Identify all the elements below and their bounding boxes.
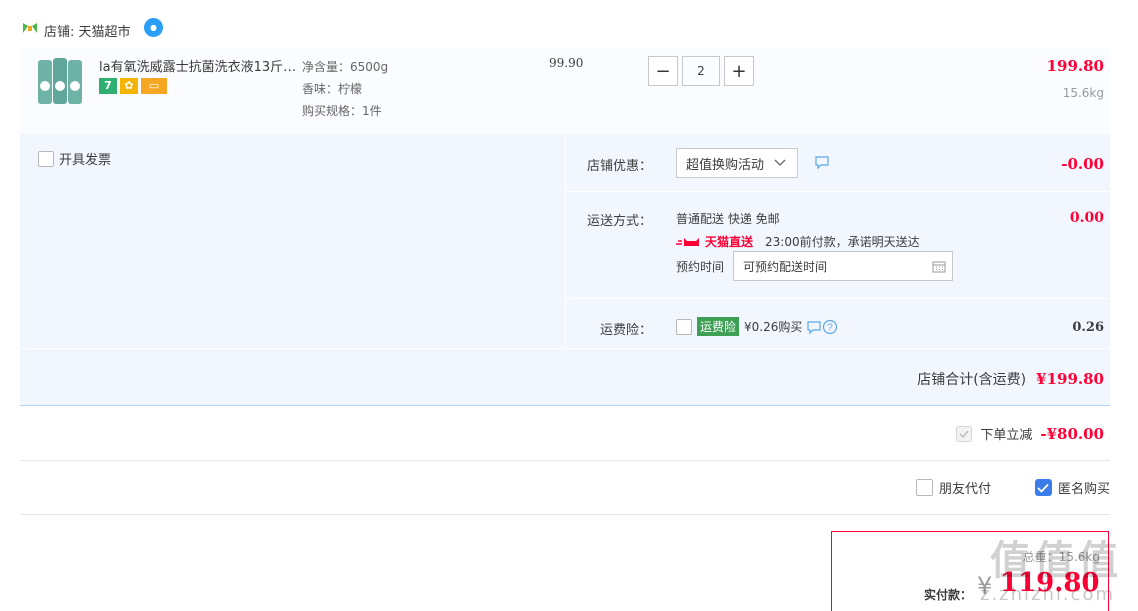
card-pay-icon: ▭ xyxy=(141,78,167,94)
instant-discount-row: 下单立减 -¥80.00 xyxy=(956,424,1104,443)
shop-total-label: 店铺合计(含运费) xyxy=(917,372,1027,388)
coupon-amount: -0.00 xyxy=(1061,155,1104,173)
chevron-down-icon xyxy=(774,159,786,166)
divider xyxy=(20,460,1110,461)
insurance-amount: 0.26 xyxy=(1072,320,1104,335)
message-help-icon[interactable]: ? xyxy=(807,319,839,335)
insurance-label: 运费险： xyxy=(599,323,652,338)
shop-total: 店铺合计(含运费) ¥199.80 xyxy=(917,369,1104,389)
coupon-selected: 超值换购活动 xyxy=(686,157,765,173)
decrease-button[interactable]: − xyxy=(648,56,678,86)
attr-scent: 香味：柠檬 xyxy=(302,82,363,96)
invoice-option[interactable]: 开具发票 xyxy=(38,149,111,168)
shipping-method: 普通配送 快递 免邮 xyxy=(676,212,780,226)
watermark: 值值值 xyxy=(990,538,1122,584)
product-name[interactable]: la有氧洗威露士抗菌洗衣液13斤… xyxy=(99,56,299,75)
insurance-price: ¥0.26购买 xyxy=(744,320,803,334)
check-icon xyxy=(1037,483,1050,493)
divider xyxy=(565,134,566,348)
guarantee-icon: ✿ xyxy=(120,78,138,94)
discount-value: -¥80.00 xyxy=(1040,424,1104,443)
shop-name[interactable]: 店铺: 天猫超市 xyxy=(44,21,131,40)
pay-options: 朋友代付 匿名购买 xyxy=(915,478,1110,497)
appointment-label: 预约时间 xyxy=(676,260,725,274)
watermark-url: z.zhizhi.com xyxy=(980,584,1116,605)
tmall-direct-logo: 天猫直送 xyxy=(676,233,753,250)
level-badge-icon: ● xyxy=(144,18,163,37)
invoice-label: 开具发票 xyxy=(59,153,112,168)
calendar-icon[interactable] xyxy=(932,260,946,273)
coupon-select[interactable]: 超值换购活动 xyxy=(676,148,798,178)
delivery-promise: 23:00前付款，承诺明天送达 xyxy=(765,235,920,249)
unit-price: 99.90 xyxy=(549,56,584,70)
quantity-stepper: − 2 + xyxy=(648,56,754,86)
discount-checkbox xyxy=(956,425,973,442)
invoice-checkbox[interactable] xyxy=(38,150,54,167)
divider xyxy=(566,191,1110,192)
quantity-input[interactable]: 2 xyxy=(682,56,720,86)
service-badges: 7 ✿ ▭ xyxy=(99,78,167,94)
divider xyxy=(20,514,1110,515)
anonymous-label[interactable]: 匿名购买 xyxy=(1058,478,1110,497)
shipping-label: 运送方式： xyxy=(586,214,652,229)
tmall-direct-row: 天猫直送 23:00前付款，承诺明天送达 xyxy=(676,233,920,250)
svg-text:?: ? xyxy=(828,322,834,333)
anonymous-checkbox[interactable] xyxy=(1034,479,1052,496)
appointment-time-input[interactable]: 可预约配送时间 xyxy=(733,251,953,281)
seven-day-return-icon: 7 xyxy=(99,78,117,94)
shipping-amount: 0.00 xyxy=(1069,210,1104,226)
tmall-shop-icon xyxy=(23,23,37,33)
insurance-tag: 运费险 xyxy=(697,317,740,336)
tmall-cat-icon xyxy=(676,238,699,246)
coupon-label: 店铺优惠： xyxy=(586,159,652,174)
product-attributes: 净含量：6500g 香味：柠檬 购买规格：1件 xyxy=(302,56,388,122)
attr-spec: 购买规格：1件 xyxy=(302,104,382,118)
line-total: 199.80 xyxy=(1046,57,1104,75)
message-icon[interactable] xyxy=(815,156,829,169)
insurance-checkbox[interactable] xyxy=(676,318,692,335)
product-weight: 15.6kg xyxy=(1062,86,1104,100)
actual-pay-label: 实付款： xyxy=(924,588,973,602)
shop-total-value: ¥199.80 xyxy=(1036,370,1104,388)
insurance-option[interactable]: 运费险 ¥0.26购买 ? xyxy=(676,317,839,336)
divider xyxy=(566,298,1110,299)
divider xyxy=(20,348,1110,349)
attr-net-weight: 净含量：6500g xyxy=(302,60,389,74)
friend-pay-label[interactable]: 朋友代付 xyxy=(939,478,991,497)
friend-pay-checkbox[interactable] xyxy=(915,479,933,496)
discount-label: 下单立减 xyxy=(980,428,1033,443)
product-thumbnail[interactable] xyxy=(36,56,84,108)
appointment-placeholder: 可预约配送时间 xyxy=(743,259,828,274)
increase-button[interactable]: + xyxy=(724,56,754,86)
